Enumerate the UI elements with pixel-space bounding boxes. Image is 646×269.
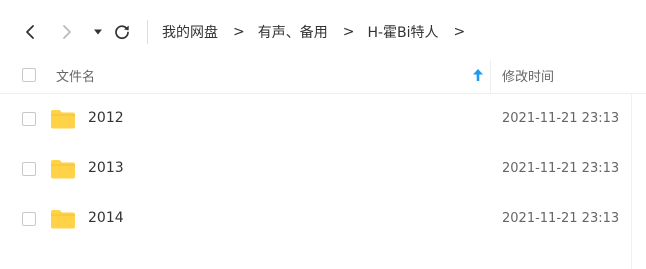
- modified-time: 2021-11-21 23:13: [502, 161, 620, 176]
- refresh-button[interactable]: [110, 20, 134, 44]
- forward-button[interactable]: [55, 20, 79, 44]
- modified-time: 2021-11-21 23:13: [502, 211, 620, 226]
- breadcrumb-item-my-drive[interactable]: 我的网盘: [162, 22, 218, 42]
- caret-down-icon: [94, 29, 102, 35]
- scrollbar-track[interactable]: [631, 94, 646, 269]
- toolbar-divider: [147, 20, 148, 44]
- folder-icon: [51, 110, 75, 129]
- breadcrumb-item-current-folder[interactable]: H-霍Bi特人: [367, 22, 438, 42]
- table-row[interactable]: 2014 2021-11-21 23:13: [0, 194, 630, 244]
- table-header: 文件名 修改时间: [0, 60, 646, 94]
- table-row[interactable]: 2012 2021-11-21 23:13: [0, 94, 630, 144]
- breadcrumb: 我的网盘 > 有声、备用 > H-霍Bi特人 >: [162, 20, 478, 44]
- row-checkbox[interactable]: [22, 162, 36, 176]
- row-checkbox[interactable]: [22, 212, 36, 226]
- folder-icon: [51, 210, 75, 229]
- breadcrumb-separator: >: [233, 24, 245, 40]
- refresh-icon: [115, 25, 129, 39]
- breadcrumb-item-audio-backup[interactable]: 有声、备用: [258, 22, 328, 42]
- file-name[interactable]: 2012: [88, 110, 124, 126]
- history-dropdown-button[interactable]: [86, 20, 110, 44]
- column-divider[interactable]: [490, 60, 491, 93]
- arrow-up-icon[interactable]: [472, 68, 484, 82]
- chevron-right-icon: [63, 25, 71, 39]
- column-header-modified[interactable]: 修改时间: [502, 66, 554, 85]
- chevron-left-icon: [26, 25, 34, 39]
- row-checkbox[interactable]: [22, 112, 36, 126]
- breadcrumb-separator[interactable]: >: [454, 24, 466, 40]
- breadcrumb-separator: >: [342, 24, 355, 40]
- file-list: 2012 2021-11-21 23:13 2013 2021-11-21 23…: [0, 94, 646, 244]
- folder-icon: [51, 160, 75, 179]
- select-all-checkbox[interactable]: [22, 68, 36, 82]
- file-name[interactable]: 2014: [88, 210, 124, 226]
- column-header-name[interactable]: 文件名: [56, 66, 95, 85]
- file-manager-window: 我的网盘 > 有声、备用 > H-霍Bi特人 > 文件名 修改时间 2012 2…: [0, 0, 646, 269]
- toolbar: 我的网盘 > 有声、备用 > H-霍Bi特人 >: [0, 0, 646, 60]
- back-button[interactable]: [18, 20, 42, 44]
- file-name[interactable]: 2013: [88, 160, 124, 176]
- table-row[interactable]: 2013 2021-11-21 23:13: [0, 144, 630, 194]
- modified-time: 2021-11-21 23:13: [502, 111, 620, 126]
